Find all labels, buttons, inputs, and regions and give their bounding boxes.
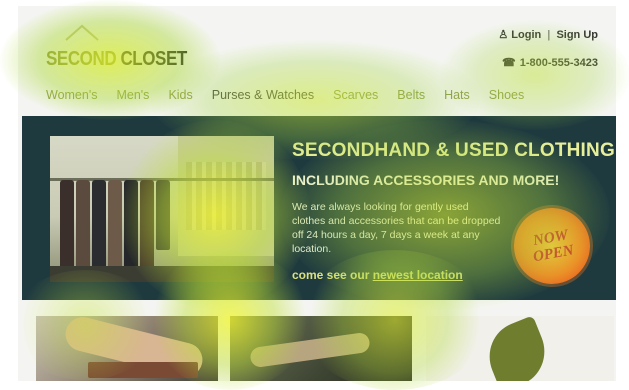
house-logo-icon <box>65 24 99 41</box>
newest-location-link[interactable]: newest location <box>373 268 463 282</box>
cta-prefix: come see our <box>292 268 373 282</box>
site-logo[interactable]: SECOND CLOSET <box>46 48 187 71</box>
nav-item-scarves[interactable]: Scarves <box>333 88 378 102</box>
promo-tile-1[interactable] <box>36 316 218 381</box>
nav-item-belts[interactable]: Belts <box>397 88 425 102</box>
screenshot-frame: SECOND CLOSET ♙ Login | Sign Up ☎ 1-800-5… <box>0 0 629 390</box>
promo-tile-2[interactable] <box>230 316 412 381</box>
main-nav: Women's Men's Kids Purses & Watches Scar… <box>46 88 524 102</box>
logo-word-second: SECOND <box>46 48 117 70</box>
phone-contact: ☎ 1-800-555-3423 <box>502 56 598 70</box>
signup-link[interactable]: Sign Up <box>556 29 598 41</box>
store-rack-photo <box>50 136 274 282</box>
person-icon: ♙ <box>498 29 509 41</box>
hero-banner: SECONDHAND & USED CLOTHING INCLUDING ACC… <box>22 116 616 300</box>
banner-title: SECONDHAND & USED CLOTHING <box>292 140 615 161</box>
nav-item-purses-watches[interactable]: Purses & Watches <box>212 88 314 102</box>
nav-item-mens[interactable]: Men's <box>116 88 149 102</box>
banner-description: We are always looking for gently used cl… <box>292 201 501 255</box>
banner-subtitle: INCLUDING ACCESSORIES AND MORE! <box>292 172 560 188</box>
logo-word-closet: CLOSET <box>120 48 187 70</box>
promo-tile-3[interactable] <box>426 316 614 381</box>
web-page: SECOND CLOSET ♙ Login | Sign Up ☎ 1-800-5… <box>18 6 616 381</box>
login-link[interactable]: Login <box>511 29 541 41</box>
nav-item-shoes[interactable]: Shoes <box>489 88 524 102</box>
phone-number[interactable]: 1-800-555-3423 <box>520 57 598 69</box>
now-open-badge: NOW OPEN <box>507 201 597 291</box>
account-separator: | <box>547 29 551 41</box>
banner-cta: come see our newest location <box>292 268 463 282</box>
nav-item-womens[interactable]: Women's <box>46 88 97 102</box>
phone-icon: ☎ <box>502 57 516 69</box>
nav-item-hats[interactable]: Hats <box>444 88 470 102</box>
nav-item-kids[interactable]: Kids <box>168 88 192 102</box>
account-links: ♙ Login | Sign Up <box>498 28 598 41</box>
